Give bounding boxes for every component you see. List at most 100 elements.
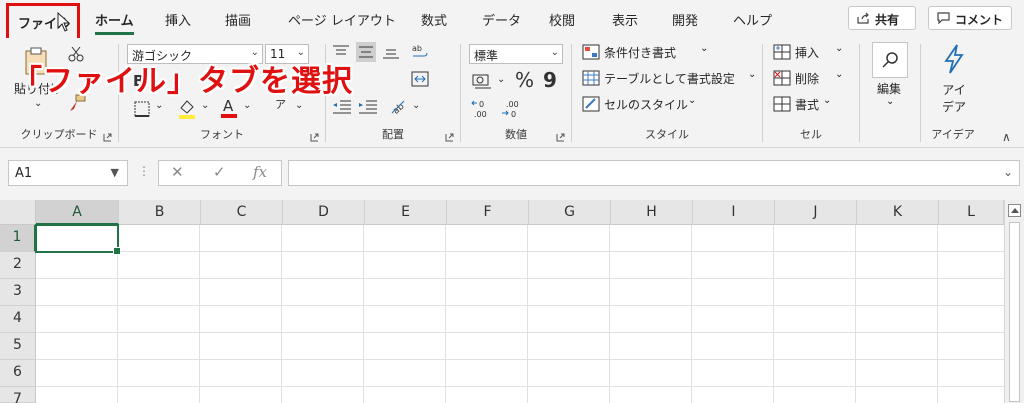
- tab-insert[interactable]: 挿入: [165, 10, 191, 29]
- tab-formulas[interactable]: 数式: [421, 10, 447, 29]
- cell-area[interactable]: [36, 225, 1004, 403]
- column-header[interactable]: E: [365, 200, 447, 225]
- orientation-dropdown-icon[interactable]: ⌄: [412, 100, 420, 111]
- phonetic-dropdown-icon[interactable]: ⌄: [295, 100, 303, 111]
- conditional-formatting-icon: [582, 44, 600, 60]
- accounting-format-icon[interactable]: [471, 72, 493, 90]
- tab-help[interactable]: ヘルプ: [733, 10, 772, 29]
- column-header[interactable]: L: [939, 200, 1004, 225]
- formula-bar-grip-icon[interactable]: ⋮: [138, 164, 150, 178]
- fill-color-dropdown-icon[interactable]: ⌄: [201, 100, 209, 111]
- svg-text:0: 0: [511, 110, 516, 119]
- orientation-icon[interactable]: ab: [388, 96, 408, 116]
- format-cells-label: 書式: [795, 98, 820, 112]
- tab-review[interactable]: 校閲: [549, 10, 575, 29]
- tab-view[interactable]: 表示: [612, 10, 638, 29]
- border-icon[interactable]: [133, 100, 151, 118]
- column-header[interactable]: C: [201, 200, 283, 225]
- clipboard-launcher-icon[interactable]: [103, 133, 112, 142]
- accounting-dropdown-icon[interactable]: ⌄: [497, 74, 505, 85]
- align-middle-icon[interactable]: [356, 42, 376, 62]
- wrap-text-icon[interactable]: ab: [410, 42, 430, 62]
- number-launcher-icon[interactable]: [556, 133, 565, 142]
- styles-group-label: スタイル: [645, 128, 689, 141]
- vertical-scrollbar[interactable]: [1004, 200, 1024, 403]
- column-header[interactable]: K: [857, 200, 939, 225]
- scroll-up-icon[interactable]: [1008, 204, 1021, 217]
- column-header[interactable]: B: [119, 200, 201, 225]
- increase-decimal-icon[interactable]: 0.00: [471, 98, 493, 120]
- editing-button[interactable]: [872, 42, 908, 78]
- row-header[interactable]: 5: [0, 333, 36, 360]
- row-header[interactable]: 1: [0, 225, 36, 252]
- column-header[interactable]: G: [529, 200, 611, 225]
- cells-group: 挿入 ⌄ 削除 ⌄ 書式 ⌄ セル: [763, 38, 859, 148]
- column-header[interactable]: D: [283, 200, 365, 225]
- decrease-decimal-icon[interactable]: .000: [501, 98, 523, 120]
- insert-function-button[interactable]: fx: [253, 163, 267, 181]
- scrollbar-thumb[interactable]: [1009, 222, 1020, 402]
- border-dropdown-icon[interactable]: ⌄: [155, 100, 163, 111]
- tab-home[interactable]: ホーム: [95, 10, 134, 35]
- chevron-down-icon: ▼: [110, 166, 119, 179]
- name-box[interactable]: A1 ▼: [8, 160, 128, 186]
- share-icon: [857, 12, 869, 24]
- tab-developer[interactable]: 開発: [672, 10, 698, 29]
- expand-formula-bar-icon[interactable]: ⌄: [1003, 165, 1013, 179]
- fill-color-icon[interactable]: [177, 98, 197, 120]
- ideas-button[interactable]: アイ デア: [939, 82, 969, 116]
- row-header[interactable]: 6: [0, 360, 36, 387]
- editing-label[interactable]: 編集: [877, 80, 901, 97]
- enter-button[interactable]: ✓: [213, 163, 226, 181]
- percent-style-button[interactable]: %: [515, 68, 534, 92]
- clipboard-group-label: クリップボード: [20, 128, 98, 141]
- number-format-dropdown[interactable]: 標準 ⌄: [469, 44, 563, 64]
- formula-input[interactable]: ⌄: [288, 160, 1020, 186]
- row-header[interactable]: 7: [0, 387, 36, 403]
- column-header[interactable]: H: [611, 200, 693, 225]
- align-bottom-icon[interactable]: [382, 44, 400, 60]
- alignment-launcher-icon[interactable]: [445, 133, 454, 142]
- cancel-button[interactable]: ✕: [171, 163, 184, 181]
- format-as-table-button[interactable]: テーブルとして書式設定 ⌄: [582, 68, 758, 90]
- column-header[interactable]: F: [447, 200, 529, 225]
- collapse-ribbon-icon[interactable]: ∧: [1002, 130, 1011, 144]
- increase-indent-icon[interactable]: [358, 98, 378, 116]
- decrease-indent-icon[interactable]: [332, 98, 352, 116]
- active-cell-a1[interactable]: [35, 224, 121, 255]
- tab-draw[interactable]: 描画: [225, 10, 251, 29]
- insert-cells-icon: [773, 44, 791, 60]
- cell-styles-button[interactable]: セルのスタイル ⌄: [582, 94, 758, 116]
- conditional-formatting-button[interactable]: 条件付き書式 ⌄: [582, 42, 758, 64]
- number-group-label: 数値: [505, 128, 527, 141]
- format-cells-button[interactable]: 書式 ⌄: [773, 94, 857, 116]
- tab-data[interactable]: データ: [482, 10, 521, 29]
- font-color-dropdown-icon[interactable]: ⌄: [243, 100, 251, 111]
- share-button[interactable]: 共有: [848, 6, 916, 30]
- alignment-group-label: 配置: [382, 128, 404, 141]
- number-group: 標準 ⌄ ⌄ % 9 0.00 .00 0 数値: [461, 38, 571, 148]
- formula-buttons: ✕ ✓ fx: [158, 160, 282, 186]
- styles-group: 条件付き書式 ⌄ テーブルとして書式設定 ⌄ セルのスタイル ⌄ スタイル: [572, 38, 762, 148]
- format-as-table-label: テーブルとして書式設定: [604, 72, 735, 86]
- column-header[interactable]: A: [36, 200, 119, 225]
- delete-cells-button[interactable]: 削除 ⌄: [773, 68, 857, 90]
- merge-center-icon[interactable]: [410, 70, 430, 88]
- comment-button[interactable]: コメント: [928, 6, 1012, 30]
- font-launcher-icon[interactable]: [310, 133, 319, 142]
- lightning-icon[interactable]: [943, 44, 965, 74]
- font-group-label: フォント: [200, 128, 244, 141]
- row-header[interactable]: 4: [0, 306, 36, 333]
- column-header[interactable]: I: [693, 200, 775, 225]
- comma-style-button[interactable]: 9: [543, 68, 557, 92]
- format-cells-icon: [773, 96, 791, 112]
- chevron-down-icon[interactable]: ⌄: [886, 96, 894, 107]
- row-header[interactable]: 3: [0, 279, 36, 306]
- row-header[interactable]: 2: [0, 252, 36, 279]
- column-header[interactable]: J: [775, 200, 857, 225]
- insert-cells-button[interactable]: 挿入 ⌄: [773, 42, 857, 64]
- tab-page-layout[interactable]: ページ レイアウト: [288, 10, 396, 29]
- conditional-formatting-label: 条件付き書式: [604, 46, 677, 60]
- select-all-button[interactable]: [0, 200, 36, 225]
- worksheet-grid: A B C D E F G H I J K L 1 2 3 4 5 6 7: [0, 200, 1024, 403]
